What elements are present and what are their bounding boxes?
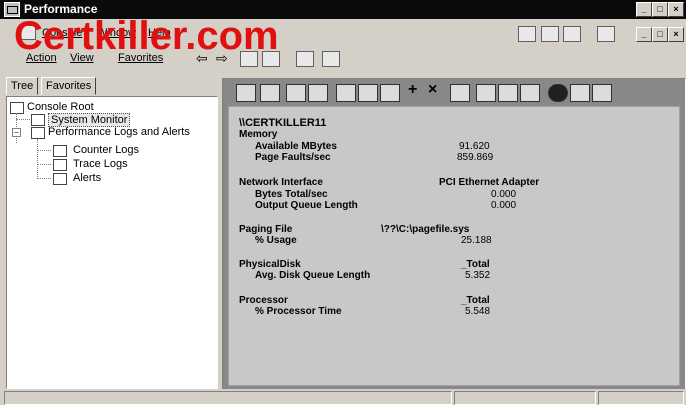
counter-logs-icon	[53, 145, 67, 157]
maximize-button[interactable]: □	[652, 2, 668, 17]
add-counter-icon[interactable]: +	[408, 81, 417, 99]
counter-value: 0.000	[491, 200, 517, 211]
status-segment	[598, 391, 684, 405]
system-monitor-icon	[31, 114, 45, 126]
watermark: Certkiller.com	[14, 14, 279, 58]
performance-logs-icon	[31, 127, 45, 139]
tree-connector	[37, 150, 51, 151]
status-segment	[4, 391, 452, 405]
counter-value: 91.620	[459, 141, 490, 152]
minimize-button[interactable]: _	[636, 2, 652, 17]
instance-name: _Total	[461, 259, 490, 270]
counter-name: % Usage	[255, 235, 297, 246]
tree-connector	[37, 178, 51, 179]
folder-icon	[10, 102, 24, 114]
object-physicaldisk: PhysicalDisk	[239, 259, 301, 270]
tree-item-system-monitor[interactable]: System Monitor	[48, 113, 131, 127]
properties-icon[interactable]	[520, 84, 540, 102]
counter-name: Available MBytes	[255, 141, 337, 152]
counter-value: 25.188	[461, 235, 492, 246]
counter-name: Page Faults/sec	[255, 152, 331, 163]
counter-value: 5.352	[465, 270, 491, 281]
collapse-toggle[interactable]: −	[12, 128, 21, 137]
child-minimize-button[interactable]: _	[636, 27, 652, 42]
alerts-icon	[53, 173, 67, 185]
freeze-display-icon[interactable]	[548, 84, 568, 102]
object-network-interface: Network Interface	[239, 177, 323, 188]
clear-display-icon[interactable]	[260, 84, 280, 102]
new-counter-set-icon[interactable]	[236, 84, 256, 102]
tree-item-performance-logs[interactable]: Performance Logs and Alerts	[48, 126, 190, 138]
copy-properties-icon[interactable]	[476, 84, 496, 102]
counter-value: 859.869	[457, 152, 494, 163]
tab-tree[interactable]: Tree	[6, 77, 39, 95]
close-button[interactable]: ×	[668, 2, 684, 17]
tree-item-counter-logs[interactable]: Counter Logs	[73, 144, 139, 156]
view-report-icon[interactable]	[380, 84, 400, 102]
tree-item-alerts[interactable]: Alerts	[73, 172, 101, 184]
system-monitor-toolbar: + ×	[228, 81, 684, 104]
counter-name: % Processor Time	[255, 306, 342, 317]
properties-icon[interactable]	[296, 51, 314, 67]
tree-connector	[16, 119, 30, 120]
console-tree: Console Root System Monitor − Performanc…	[6, 96, 218, 389]
view-graph-icon[interactable]	[336, 84, 356, 102]
instance-name: PCI Ethernet Adapter	[439, 177, 540, 188]
highlight-icon[interactable]	[450, 84, 470, 102]
view-histogram-icon[interactable]	[358, 84, 378, 102]
open-folder-icon[interactable]	[541, 26, 559, 42]
counter-name: Bytes Total/sec	[255, 189, 328, 200]
new-document-icon[interactable]	[518, 26, 536, 42]
help-topics-icon[interactable]	[322, 51, 340, 67]
report-view: \\CERTKILLER11 Memory Available MBytes 9…	[228, 106, 680, 386]
help-icon[interactable]	[592, 84, 612, 102]
save-icon[interactable]	[563, 26, 581, 42]
delete-counter-icon[interactable]: ×	[428, 81, 437, 99]
child-restore-button[interactable]: □	[652, 27, 668, 42]
view-current-activity-icon[interactable]	[286, 84, 306, 102]
instance-name: \??\C:\pagefile.sys	[381, 224, 470, 235]
counter-value: 5.548	[465, 306, 491, 317]
trace-logs-icon	[53, 159, 67, 171]
object-processor: Processor	[239, 295, 288, 306]
object-memory: Memory	[239, 129, 278, 140]
instance-name: _Total	[461, 295, 490, 306]
counter-name: Output Queue Length	[255, 200, 358, 211]
counter-value: 0.000	[491, 189, 517, 200]
tree-item-trace-logs[interactable]: Trace Logs	[73, 158, 128, 170]
object-paging-file: Paging File	[239, 224, 293, 235]
status-segment	[454, 391, 596, 405]
tab-favorites[interactable]: Favorites	[41, 77, 97, 95]
tree-connector	[37, 164, 51, 165]
update-data-icon[interactable]	[570, 84, 590, 102]
view-log-data-icon[interactable]	[308, 84, 328, 102]
counter-name: Avg. Disk Queue Length	[255, 270, 371, 281]
paste-counter-list-icon[interactable]	[498, 84, 518, 102]
child-close-button[interactable]: ×	[668, 27, 684, 42]
status-bar	[0, 389, 686, 405]
tree-item-console-root[interactable]: Console Root	[27, 101, 94, 113]
tree-connector	[37, 139, 38, 179]
new-window-icon[interactable]	[597, 26, 615, 42]
computer-name: \\CERTKILLER11	[239, 117, 327, 129]
